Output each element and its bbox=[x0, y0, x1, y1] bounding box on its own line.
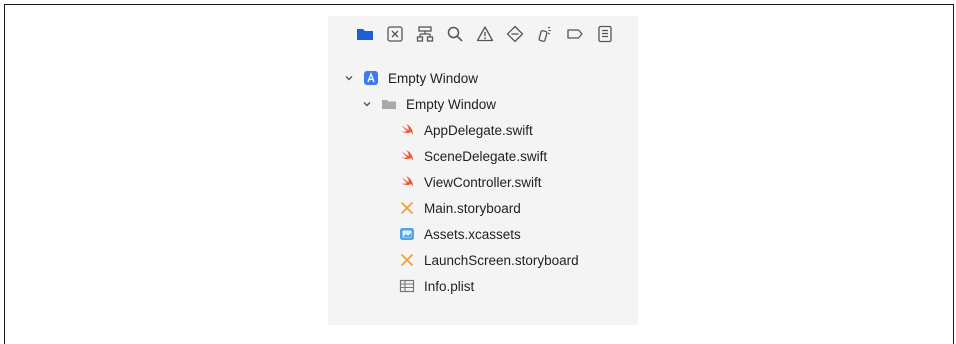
tree-row-label: AppDelegate.swift bbox=[424, 122, 533, 138]
tree-row-file[interactable]: Main.storyboard bbox=[328, 198, 638, 218]
chevron-down-icon[interactable] bbox=[362, 99, 372, 109]
tree-row-file[interactable]: Info.plist bbox=[328, 276, 638, 296]
tree-row-project[interactable]: Empty Window bbox=[328, 68, 638, 88]
group-folder-icon bbox=[381, 96, 397, 112]
report-icon[interactable] bbox=[596, 25, 614, 43]
tree-row-label: Empty Window bbox=[406, 96, 497, 112]
assets-icon bbox=[399, 226, 415, 242]
tree-row-label: Info.plist bbox=[424, 278, 475, 294]
tree-row-label: SceneDelegate.swift bbox=[424, 148, 548, 164]
tree-row-file[interactable]: AppDelegate.swift bbox=[328, 120, 638, 140]
navigator-toolbar bbox=[328, 16, 638, 52]
tree-row-file[interactable]: LaunchScreen.storyboard bbox=[328, 250, 638, 270]
tree-row-label: Assets.xcassets bbox=[424, 226, 521, 242]
tree-row-label: LaunchScreen.storyboard bbox=[424, 252, 579, 268]
breakpoint-icon[interactable] bbox=[566, 25, 584, 43]
tree-row-file[interactable]: ViewController.swift bbox=[328, 172, 638, 192]
swift-icon bbox=[399, 122, 415, 138]
warning-icon[interactable] bbox=[476, 25, 494, 43]
app-project-icon bbox=[363, 70, 379, 86]
source-control-icon[interactable] bbox=[386, 25, 404, 43]
storyboard-icon bbox=[399, 200, 415, 216]
hierarchy-icon[interactable] bbox=[416, 25, 434, 43]
debug-icon[interactable] bbox=[536, 25, 554, 43]
test-icon[interactable] bbox=[506, 25, 524, 43]
chevron-down-icon[interactable] bbox=[344, 73, 354, 83]
tree-row-group[interactable]: Empty Window bbox=[328, 94, 638, 114]
tree-row-label: ViewController.swift bbox=[424, 174, 542, 190]
search-icon[interactable] bbox=[446, 25, 464, 43]
tree-row-label: Empty Window bbox=[388, 70, 479, 86]
swift-icon bbox=[399, 174, 415, 190]
folder-icon[interactable] bbox=[356, 25, 374, 43]
tree-row-file[interactable]: Assets.xcassets bbox=[328, 224, 638, 244]
tree-row-label: Main.storyboard bbox=[424, 200, 521, 216]
swift-icon bbox=[399, 148, 415, 164]
storyboard-icon bbox=[399, 252, 415, 268]
tree-row-file[interactable]: SceneDelegate.swift bbox=[328, 146, 638, 166]
project-navigator: Empty Window Empty Window AppDelegate.sw… bbox=[328, 16, 638, 325]
plist-icon bbox=[399, 278, 415, 294]
